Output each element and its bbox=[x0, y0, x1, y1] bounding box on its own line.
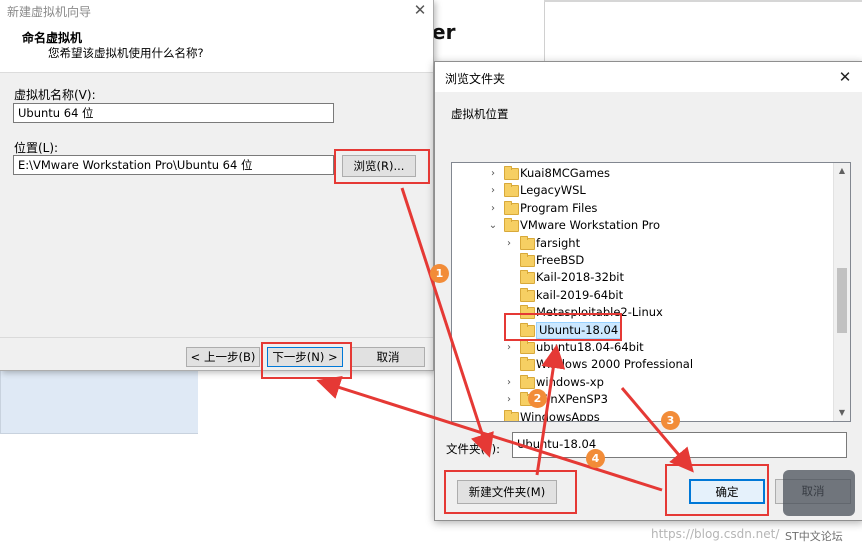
highlight-browse-button bbox=[334, 149, 430, 184]
highlight-selected-folder bbox=[504, 313, 622, 341]
highlight-new-folder-button bbox=[444, 470, 577, 514]
forum-logo bbox=[783, 470, 855, 516]
arrow-step-3 bbox=[620, 387, 694, 473]
highlight-ok-button bbox=[665, 464, 769, 516]
watermark-forum: ST中文论坛 bbox=[785, 530, 843, 543]
step-badge-2: 2 bbox=[528, 389, 547, 408]
step-badge-4: 4 bbox=[586, 449, 605, 468]
step-badge-1: 1 bbox=[430, 264, 449, 283]
highlight-next-button bbox=[261, 342, 352, 379]
watermark-url: https://blog.csdn.net/ bbox=[651, 527, 780, 541]
step-badge-3: 3 bbox=[661, 411, 680, 430]
